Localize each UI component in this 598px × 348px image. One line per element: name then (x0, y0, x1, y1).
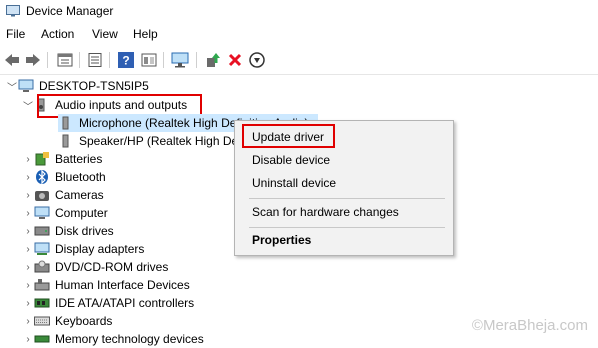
tree-item-bluetooth[interactable]: › Bluetooth (22, 168, 106, 186)
computer-icon (18, 79, 34, 92)
monitor-icon (171, 52, 189, 68)
chevron-right-icon[interactable]: › (22, 280, 34, 291)
tree-item-memory[interactable]: › Memory technology devices (22, 330, 204, 348)
monitor-button[interactable] (171, 51, 189, 69)
chevron-right-icon[interactable]: › (22, 154, 34, 165)
help-icon: ? (118, 52, 134, 68)
chevron-right-icon[interactable]: › (22, 316, 34, 327)
uninstall-toolbar-button[interactable] (226, 51, 244, 69)
display-adapter-icon (34, 242, 50, 255)
battery-icon (35, 152, 49, 166)
category-label: Display adapters (55, 242, 145, 256)
menu-file[interactable]: File (6, 27, 25, 41)
chevron-right-icon[interactable]: › (22, 208, 34, 219)
chevron-down-icon[interactable]: ﹀ (6, 79, 18, 94)
menu-help[interactable]: Help (133, 27, 158, 41)
menu-action[interactable]: Action (41, 27, 74, 41)
menu-item-uninstall-device[interactable]: Uninstall device (252, 176, 336, 190)
hid-icon (34, 279, 50, 291)
category-label: Computer (55, 206, 108, 220)
back-arrow-icon (5, 54, 19, 66)
speaker-icon (62, 134, 69, 148)
forward-button[interactable] (24, 51, 42, 69)
keyboard-icon (34, 316, 50, 326)
menu-bar: File Action View Help (0, 24, 598, 44)
update-driver-toolbar-button[interactable] (204, 51, 222, 69)
context-menu: Update driver Disable device Uninstall d… (234, 120, 454, 256)
properties-sheet-icon (57, 53, 73, 67)
help-button[interactable]: ? (117, 51, 135, 69)
category-label: Batteries (55, 152, 103, 166)
view-icon (141, 53, 157, 67)
tree-root[interactable]: ﹀ DESKTOP-TSN5IP5 (6, 77, 149, 95)
menu-separator (249, 198, 445, 199)
memory-icon (34, 335, 50, 343)
menu-separator (249, 227, 445, 228)
tree-item-hid[interactable]: › Human Interface Devices (22, 276, 190, 294)
menu-item-scan[interactable]: Scan for hardware changes (252, 205, 399, 219)
list-button[interactable] (86, 51, 104, 69)
menu-item-disable-device[interactable]: Disable device (252, 153, 330, 167)
toolbar-separator (47, 52, 48, 68)
chevron-right-icon[interactable]: › (22, 262, 34, 273)
toolbar-separator (109, 52, 110, 68)
forward-arrow-icon (26, 54, 40, 66)
tree-item-keyboards[interactable]: › Keyboards (22, 312, 112, 330)
svg-text:?: ? (122, 54, 129, 68)
dvd-drive-icon (34, 260, 50, 273)
tree-item-batteries[interactable]: › Batteries (22, 150, 102, 168)
properties-button[interactable] (56, 51, 74, 69)
chevron-right-icon[interactable]: › (22, 190, 34, 201)
monitor-icon (34, 206, 50, 219)
microphone-icon (62, 116, 69, 130)
root-label: DESKTOP-TSN5IP5 (39, 79, 149, 93)
watermark: ©MeraBheja.com (471, 317, 588, 334)
bluetooth-icon (36, 170, 48, 184)
tree-item-ide[interactable]: › IDE ATA/ATAPI controllers (22, 294, 194, 312)
chevron-right-icon[interactable]: › (22, 298, 34, 309)
category-label: Disk drives (55, 224, 114, 238)
ide-controller-icon (34, 298, 50, 308)
tree-item-computer[interactable]: › Computer (22, 204, 108, 222)
category-label: Keyboards (55, 314, 113, 328)
window-title: Device Manager (26, 4, 114, 18)
back-button[interactable] (3, 51, 21, 69)
view-button[interactable] (140, 51, 158, 69)
chevron-right-icon[interactable]: › (22, 226, 34, 237)
list-icon (88, 53, 102, 67)
toolbar-separator (196, 52, 197, 68)
device-manager-icon (6, 5, 20, 17)
title-bar: Device Manager (0, 0, 598, 24)
chevron-right-icon[interactable]: › (22, 334, 34, 345)
scan-toolbar-button[interactable] (248, 51, 266, 69)
update-driver-icon (207, 53, 220, 67)
toolbar-separator (163, 52, 164, 68)
tree-item-display-adapters[interactable]: › Display adapters (22, 240, 144, 258)
category-label: Human Interface Devices (55, 278, 190, 292)
uninstall-x-icon (228, 53, 242, 67)
menu-view[interactable]: View (92, 27, 118, 41)
category-label: Memory technology devices (55, 332, 204, 346)
chevron-right-icon[interactable]: › (22, 172, 34, 183)
toolbar: ? (0, 46, 598, 75)
category-label: Cameras (55, 188, 104, 202)
camera-icon (35, 191, 49, 201)
tree-item-disk-drives[interactable]: › Disk drives (22, 222, 114, 240)
tree-item-dvd-drives[interactable]: › DVD/CD-ROM drives (22, 258, 168, 276)
menu-item-properties[interactable]: Properties (252, 233, 311, 247)
highlight-box (242, 124, 335, 148)
category-label: IDE ATA/ATAPI controllers (55, 296, 195, 310)
toolbar-separator (79, 52, 80, 68)
scan-down-icon (249, 52, 265, 68)
category-label: DVD/CD-ROM drives (55, 260, 169, 274)
chevron-right-icon[interactable]: › (22, 244, 34, 255)
tree-item-cameras[interactable]: › Cameras (22, 186, 104, 204)
category-label: Bluetooth (55, 170, 106, 184)
chevron-down-icon[interactable]: ﹀ (22, 98, 34, 113)
disk-drive-icon (34, 226, 50, 236)
